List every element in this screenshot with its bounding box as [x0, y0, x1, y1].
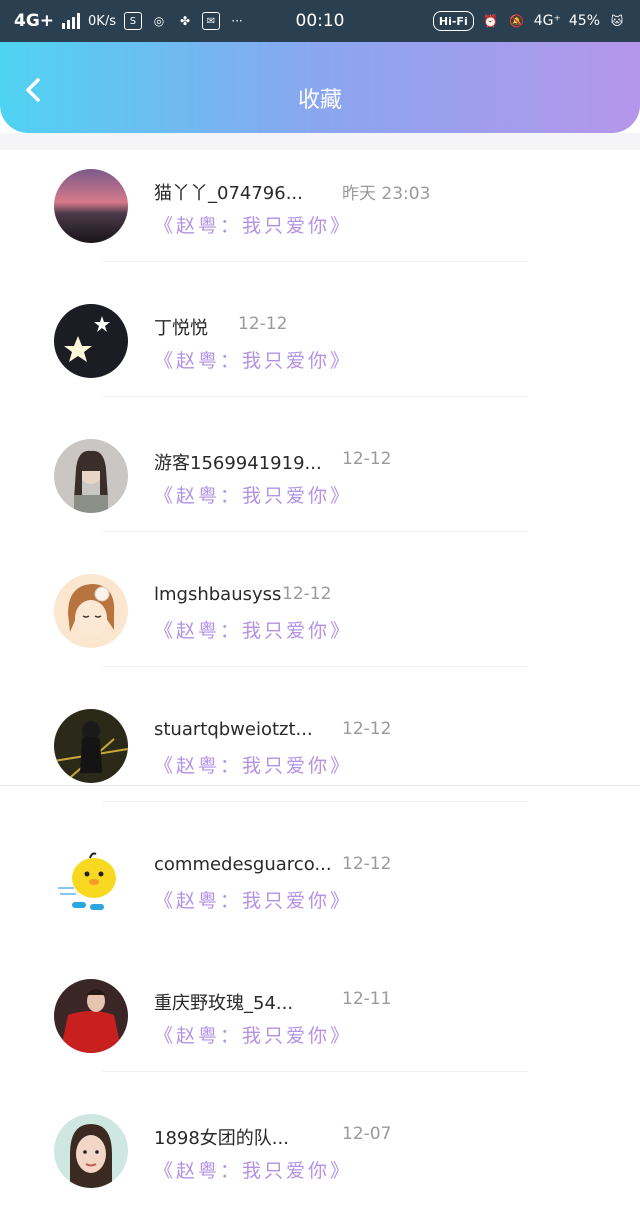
header-bar: 收藏 [0, 42, 640, 133]
divider [102, 666, 528, 667]
list-item[interactable]: stuartqbweiotzt... 12-12 《赵粤：我只爱你》 [0, 690, 640, 825]
timestamp: 12-12 [342, 449, 392, 469]
avatar [54, 169, 128, 243]
list-item[interactable]: 重庆野玫瑰_54... 12-11 《赵粤：我只爱你》 [0, 960, 640, 1095]
avatar [54, 304, 128, 378]
clock: 00:10 [295, 11, 345, 31]
user-name: 重庆野玫瑰_54... [154, 993, 294, 1014]
battery-level: 45% [568, 13, 600, 29]
alarm-icon: ⏰ [483, 14, 499, 28]
avatar [54, 844, 128, 918]
song-title: 《赵粤：我只爱你》 [154, 620, 353, 642]
timestamp: 12-11 [342, 989, 392, 1009]
user-name: 1898女团的队... [154, 1128, 289, 1149]
network-type-2: 4G⁺ [533, 13, 561, 29]
song-title: 《赵粤：我只爱你》 [154, 1025, 353, 1047]
mute-bell-icon: 🔕 [509, 14, 525, 28]
favorites-list: 猫丫丫_074796... 昨天 23:03 《赵粤：我只爱你》 丁悦悦 12-… [0, 150, 640, 1205]
song-title: 《赵粤：我只爱你》 [154, 485, 353, 507]
song-title: 《赵粤：我只爱你》 [154, 350, 353, 372]
user-name: stuartqbweiotzt... [154, 719, 313, 740]
avatar [54, 439, 128, 513]
list-item[interactable]: 丁悦悦 12-12 《赵粤：我只爱你》 [0, 285, 640, 420]
song-title: 《赵粤：我只爱你》 [154, 215, 353, 237]
page-title: 收藏 [297, 88, 342, 113]
signal-icon [62, 13, 81, 29]
hifi-badge: Hi-Fi [432, 11, 474, 31]
more-icon: ··· [231, 14, 243, 28]
timestamp: 昨天 23:03 [342, 184, 431, 204]
song-title: 《赵粤：我只爱你》 [154, 755, 353, 777]
timestamp: 12-07 [342, 1124, 392, 1144]
divider [102, 801, 528, 802]
divider [102, 261, 528, 262]
avatar [54, 979, 128, 1053]
status-right: Hi-Fi ⏰ 🔕 4G⁺ 45% 🐱 [432, 11, 626, 31]
divider [102, 396, 528, 397]
list-item[interactable]: 猫丫丫_074796... 昨天 23:03 《赵粤：我只爱你》 [0, 150, 640, 285]
avatar [54, 1114, 128, 1188]
divider [102, 531, 528, 532]
status-bar: 4G+ 0K/s S ◎ ✤ ✉ ··· 00:10 Hi-Fi ⏰ 🔕 4G⁺… [0, 0, 640, 42]
weibo-icon: ◎ [153, 14, 165, 28]
user-name: lmgshbausyss [154, 584, 282, 605]
song-title: 《赵粤：我只爱你》 [154, 890, 353, 912]
pinwheel-icon: ✤ [179, 14, 191, 28]
avatar [54, 709, 128, 783]
section-divider [0, 785, 640, 786]
list-item[interactable]: lmgshbausyss 12-12 《赵粤：我只爱你》 [0, 555, 640, 690]
status-left: 4G+ 0K/s S ◎ ✤ ✉ ··· [14, 11, 246, 31]
cat-icon: 🐱 [610, 14, 624, 28]
list-item[interactable]: 游客1569941919... 12-12 《赵粤：我只爱你》 [0, 420, 640, 555]
avatar [54, 574, 128, 648]
user-name: 猫丫丫_074796... [154, 183, 303, 204]
user-name: commedesguarco... [154, 854, 332, 875]
divider [102, 1071, 528, 1072]
timestamp: 12-12 [342, 719, 392, 739]
timestamp: 12-12 [238, 314, 288, 334]
timestamp: 12-12 [282, 584, 332, 604]
s-app-icon: S [123, 12, 142, 30]
top-spacer [0, 133, 640, 150]
list-item[interactable]: 1898女团的队... 12-07 《赵粤：我只爱你》 [0, 1095, 640, 1205]
song-title: 《赵粤：我只爱你》 [154, 1160, 353, 1182]
user-name: 游客1569941919... [154, 453, 322, 474]
timestamp: 12-12 [342, 854, 392, 874]
mail-icon: ✉ [201, 12, 220, 30]
network-type: 4G+ [14, 11, 55, 31]
list-item[interactable]: commedesguarco... 12-12 《赵粤：我只爱你》 [0, 825, 640, 960]
network-speed: 0K/s [88, 13, 116, 29]
user-name: 丁悦悦 [154, 318, 208, 339]
